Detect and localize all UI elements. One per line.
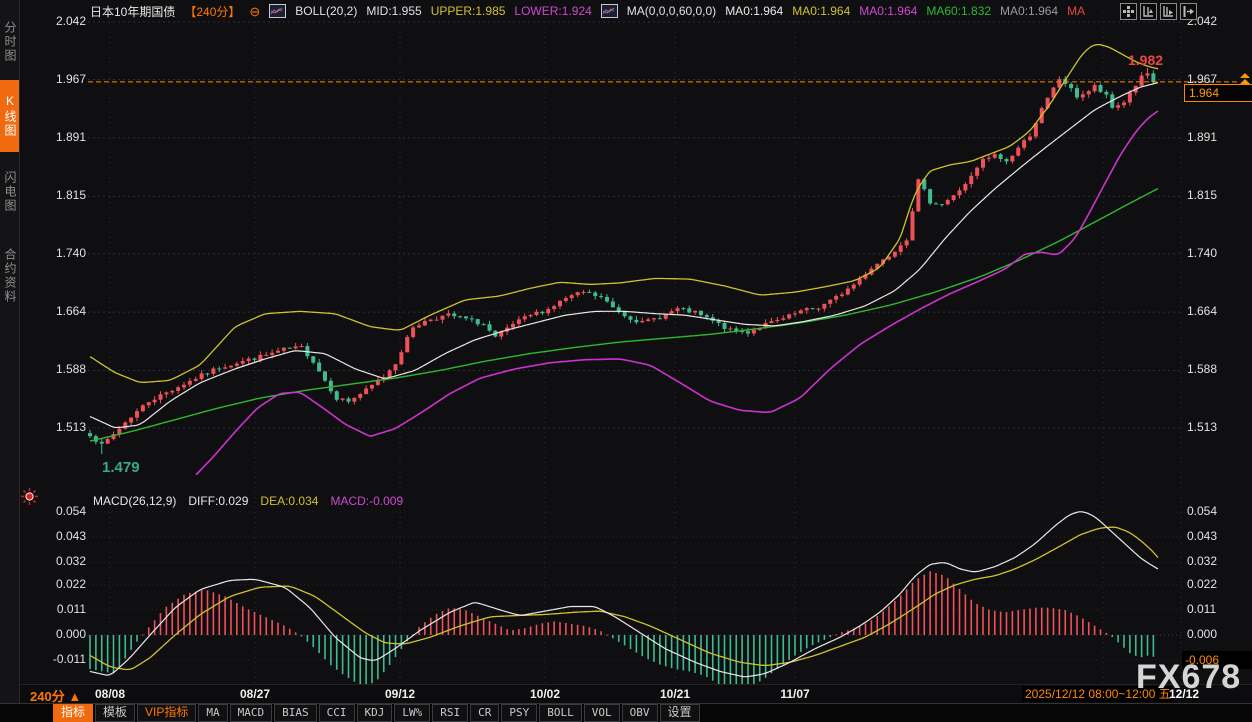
left-sidebar: 分时图 K线图闪电图合约资料 — [0, 0, 20, 722]
indicator-dot-icon[interactable] — [21, 488, 38, 510]
toolbar-button-指标[interactable]: 指标 — [53, 704, 93, 722]
boll-label: BOLL(20,2) — [295, 4, 357, 18]
price-axis-label-left: 2.042 — [28, 14, 86, 28]
macd-params: MACD(26,12,9) — [93, 494, 176, 508]
high-price-label: 1.982 — [1128, 52, 1163, 68]
price-axis-label-right: 1.664 — [1187, 304, 1217, 318]
price-axis-label-left: 1.513 — [28, 420, 86, 434]
macd-value: MACD:-0.009 — [330, 494, 403, 508]
date-axis-label: 11/07 — [780, 687, 809, 701]
toolbar-button-RSI[interactable]: RSI — [432, 704, 468, 722]
price-chart-canvas[interactable] — [0, 0, 1252, 722]
toolbar-button-VIP指标[interactable]: VIP指标 — [137, 704, 196, 722]
sidebar-tab-分时图[interactable]: 分时图 — [0, 6, 19, 78]
ma0-magenta-value: MA0:1.964 — [859, 4, 917, 18]
sidebar-tab-闪电图[interactable]: 闪电图 — [0, 156, 19, 228]
ma0-white-value: MA0:1.964 — [725, 4, 783, 18]
ma0-yellow-value: MA0:1.964 — [792, 4, 850, 18]
toolbar-button-MA[interactable]: MA — [198, 704, 227, 722]
macd-current-box: -0.006 — [1182, 651, 1252, 669]
trading-app-window: 分时图 K线图闪电图合约资料 日本10年期国债【240分】 ⊖ BOLL(20,2) M… — [0, 0, 1252, 722]
session-time-label: 2025/12/12 08:00~12:00 五 — [1022, 686, 1174, 702]
price-axis-label-right: 1.513 — [1187, 420, 1217, 434]
toolbar-button-LW%[interactable]: LW% — [394, 704, 430, 722]
macd-axis-label-left: 0.000 — [28, 627, 86, 641]
toolbar-button-设置[interactable]: 设置 — [660, 704, 700, 722]
date-axis-label: 08/27 — [240, 687, 270, 701]
current-price-box: 1.964 — [1184, 84, 1252, 102]
macd-axis-label-right: 0.011 — [1187, 602, 1216, 616]
boll-upper-value: UPPER:1.985 — [431, 4, 506, 18]
macd-axis-label-left: 0.043 — [28, 529, 86, 543]
boll-mid-value: MID:1.955 — [366, 4, 421, 18]
toolbar-button-模板[interactable]: 模板 — [95, 704, 135, 722]
toolbar-button-KDJ[interactable]: KDJ — [357, 704, 393, 722]
period-label: 【240分】 — [184, 3, 240, 20]
ma-label: MA(0,0,0,60,0,0) — [627, 4, 716, 18]
toolbar-button-MACD[interactable]: MACD — [230, 704, 273, 722]
indicator-toolbar: 指标模板VIP指标MAMACDBIASCCIKDJLW%RSICRPSYBOLL… — [0, 703, 1252, 722]
dea-value: DEA:0.034 — [260, 494, 318, 508]
macd-axis-label-left: 0.022 — [28, 577, 86, 591]
instrument-title: 日本10年期国债 — [90, 3, 175, 20]
circle-minus-icon[interactable]: ⊖ — [249, 5, 260, 18]
price-axis-label-right: 1.740 — [1187, 246, 1217, 260]
price-axis-label-left: 1.891 — [28, 130, 86, 144]
macd-axis-label-right: 0.043 — [1187, 529, 1217, 543]
sidebar-tab-K线图[interactable]: K线图 — [0, 80, 19, 152]
macd-axis-label-left: 0.011 — [28, 602, 86, 616]
price-axis-label-left: 1.588 — [28, 362, 86, 376]
current-date-label: 12/12 — [1169, 687, 1199, 701]
sub-panel-icon[interactable] — [1160, 3, 1177, 20]
macd-axis-label-left: 0.032 — [28, 554, 86, 568]
date-axis-label: 10/21 — [660, 687, 690, 701]
macd-axis-label-right: 0.022 — [1187, 577, 1217, 591]
macd-header: MACD(26,12,9) DIFF:0.029 DEA:0.034 MACD:-0.… — [93, 494, 403, 508]
price-axis-label-left: 1.967 — [28, 72, 86, 86]
main-panel-icon[interactable] — [1140, 3, 1157, 20]
toolbar-button-VOL[interactable]: VOL — [584, 704, 620, 722]
toolbar-button-CR[interactable]: CR — [470, 704, 499, 722]
price-axis-label-right: 1.891 — [1187, 130, 1217, 144]
mini-chart-icon — [269, 4, 286, 18]
price-axis-label-right: 1.815 — [1187, 188, 1217, 202]
macd-axis-label-right: 0.032 — [1187, 554, 1217, 568]
toolbar-button-PSY[interactable]: PSY — [501, 704, 537, 722]
diff-value: DIFF:0.029 — [188, 494, 248, 508]
sidebar-tab-合约资料[interactable]: 合约资料 — [0, 230, 19, 322]
macd-axis-label-right: 0.054 — [1187, 504, 1217, 518]
chart-header: 日本10年期国债【240分】 ⊖ BOLL(20,2) MID:1.955 UPPER:… — [90, 3, 1085, 19]
price-axis-label-left: 1.664 — [28, 304, 86, 318]
ma0-gray-value: MA0:1.964 — [1000, 4, 1058, 18]
boll-lower-value: LOWER:1.924 — [514, 4, 591, 18]
date-axis-label: 09/12 — [385, 687, 415, 701]
date-axis-label: 10/02 — [530, 687, 560, 701]
price-axis-label-left: 1.815 — [28, 188, 86, 202]
pan-icon[interactable] — [1120, 3, 1137, 20]
toolbar-button-CCI[interactable]: CCI — [319, 704, 355, 722]
price-axis-label-left: 1.740 — [28, 246, 86, 260]
toolbar-button-BIAS[interactable]: BIAS — [274, 704, 317, 722]
macd-axis-label-right: 0.000 — [1187, 627, 1217, 641]
chart-toolbox — [1120, 3, 1197, 20]
arrow-up-icon: ▲ — [68, 689, 81, 704]
price-axis-label-right: 1.588 — [1187, 362, 1217, 376]
date-axis-label: 08/08 — [95, 687, 125, 701]
low-price-label: 1.479 — [102, 459, 140, 476]
expand-right-icon[interactable] — [1180, 3, 1197, 20]
mini-chart-icon — [601, 4, 618, 18]
ma60-value: MA60:1.832 — [926, 4, 991, 18]
ma-red-label: MA — [1067, 4, 1085, 18]
toolbar-button-OBV[interactable]: OBV — [622, 704, 658, 722]
macd-axis-label-left: -0.011 — [28, 652, 86, 666]
toolbar-button-BOLL[interactable]: BOLL — [539, 704, 582, 722]
